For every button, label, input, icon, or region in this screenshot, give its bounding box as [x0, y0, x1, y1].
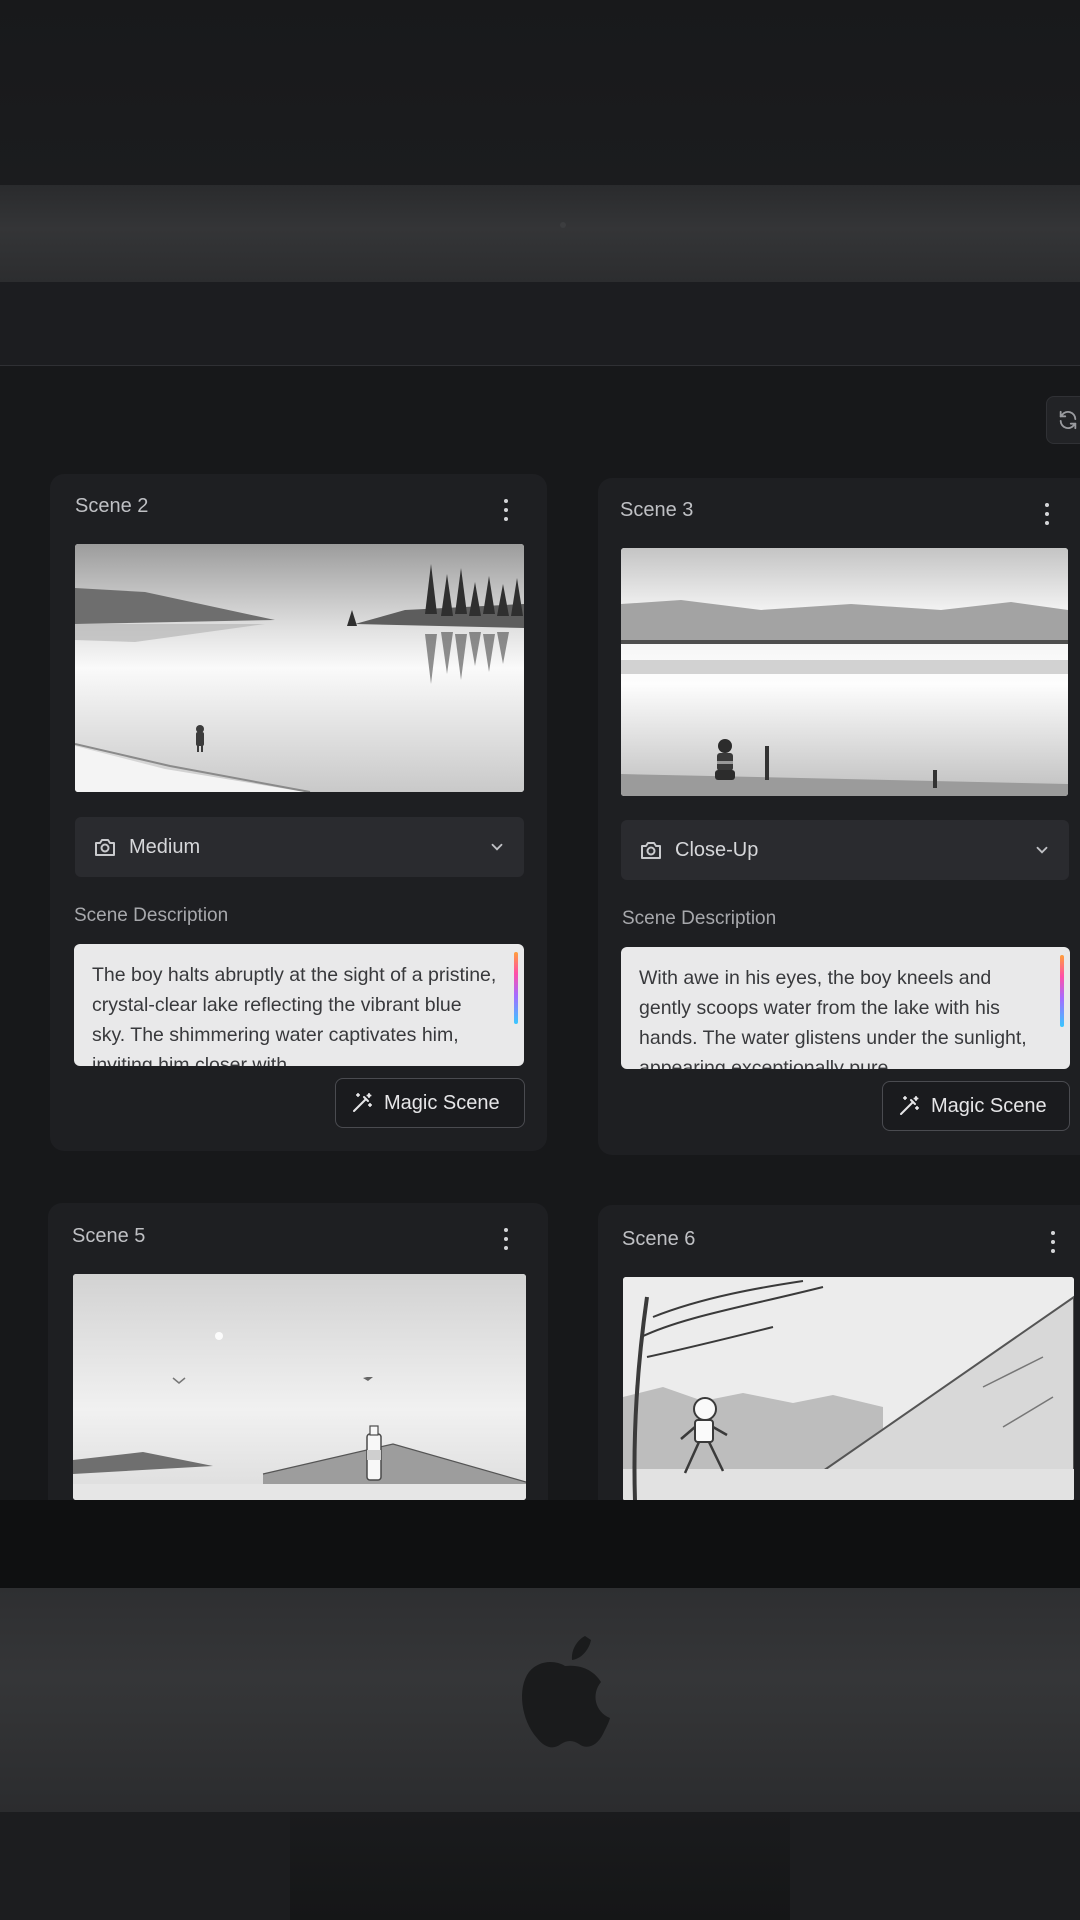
scene-title: Scene 2 — [75, 495, 149, 517]
camera-icon — [95, 839, 115, 856]
scene-image[interactable] — [621, 548, 1068, 796]
scene-menu-button[interactable] — [1044, 1229, 1062, 1255]
app-header-bar — [0, 282, 1080, 366]
apple-logo-icon — [522, 1636, 610, 1748]
refresh-button[interactable] — [1046, 396, 1080, 444]
scene-title: Scene 6 — [622, 1228, 696, 1250]
scene-description-text: The boy halts abruptly at the sight of a… — [92, 964, 497, 1066]
scene-image[interactable] — [73, 1274, 526, 1500]
shot-type-value: Close-Up — [675, 838, 759, 861]
scene-image[interactable] — [75, 544, 524, 792]
magic-wand-icon — [900, 1096, 919, 1115]
bottle-hill-image — [73, 1274, 526, 1500]
scene-title: Scene 3 — [620, 499, 694, 521]
scene-menu-button[interactable] — [497, 1226, 515, 1252]
scene-description-label: Scene Description — [622, 908, 777, 929]
scene-menu-button[interactable] — [1038, 501, 1056, 527]
lake-shore-image — [621, 548, 1068, 796]
ai-gradient-indicator — [1060, 955, 1064, 1027]
ai-gradient-indicator — [514, 952, 518, 1024]
magic-scene-button[interactable]: Magic Scene — [882, 1081, 1070, 1131]
scene-description-text: With awe in his eyes, the boy kneels and… — [639, 967, 1027, 1069]
scene-image[interactable] — [623, 1277, 1074, 1501]
scene-description-label: Scene Description — [74, 905, 229, 926]
lake-landscape-image — [75, 544, 524, 792]
shot-type-value: Medium — [129, 835, 201, 858]
camera-icon — [641, 842, 661, 859]
magic-scene-button[interactable]: Magic Scene — [335, 1078, 525, 1128]
scene-menu-button[interactable] — [497, 497, 515, 523]
chevron-down-icon — [1036, 846, 1048, 854]
scene-description-input[interactable]: The boy halts abruptly at the sight of a… — [74, 944, 524, 1066]
shot-type-select[interactable]: Close-Up — [621, 820, 1069, 880]
top-dark-area — [0, 0, 1080, 185]
scene-description-input[interactable]: With awe in his eyes, the boy kneels and… — [621, 947, 1070, 1069]
screen-bottom-edge — [0, 1500, 1080, 1590]
magic-scene-label: Magic Scene — [384, 1091, 500, 1114]
refresh-icon — [1059, 410, 1077, 430]
monitor-bezel — [0, 185, 1080, 282]
running-boy-image — [623, 1277, 1074, 1501]
magic-wand-icon — [353, 1093, 372, 1112]
shot-type-select[interactable]: Medium — [75, 817, 524, 877]
webcam-dot — [560, 222, 566, 228]
magic-scene-label: Magic Scene — [931, 1094, 1047, 1117]
monitor-stand — [290, 1812, 790, 1920]
chevron-down-icon — [491, 843, 503, 851]
scene-title: Scene 5 — [72, 1225, 146, 1247]
